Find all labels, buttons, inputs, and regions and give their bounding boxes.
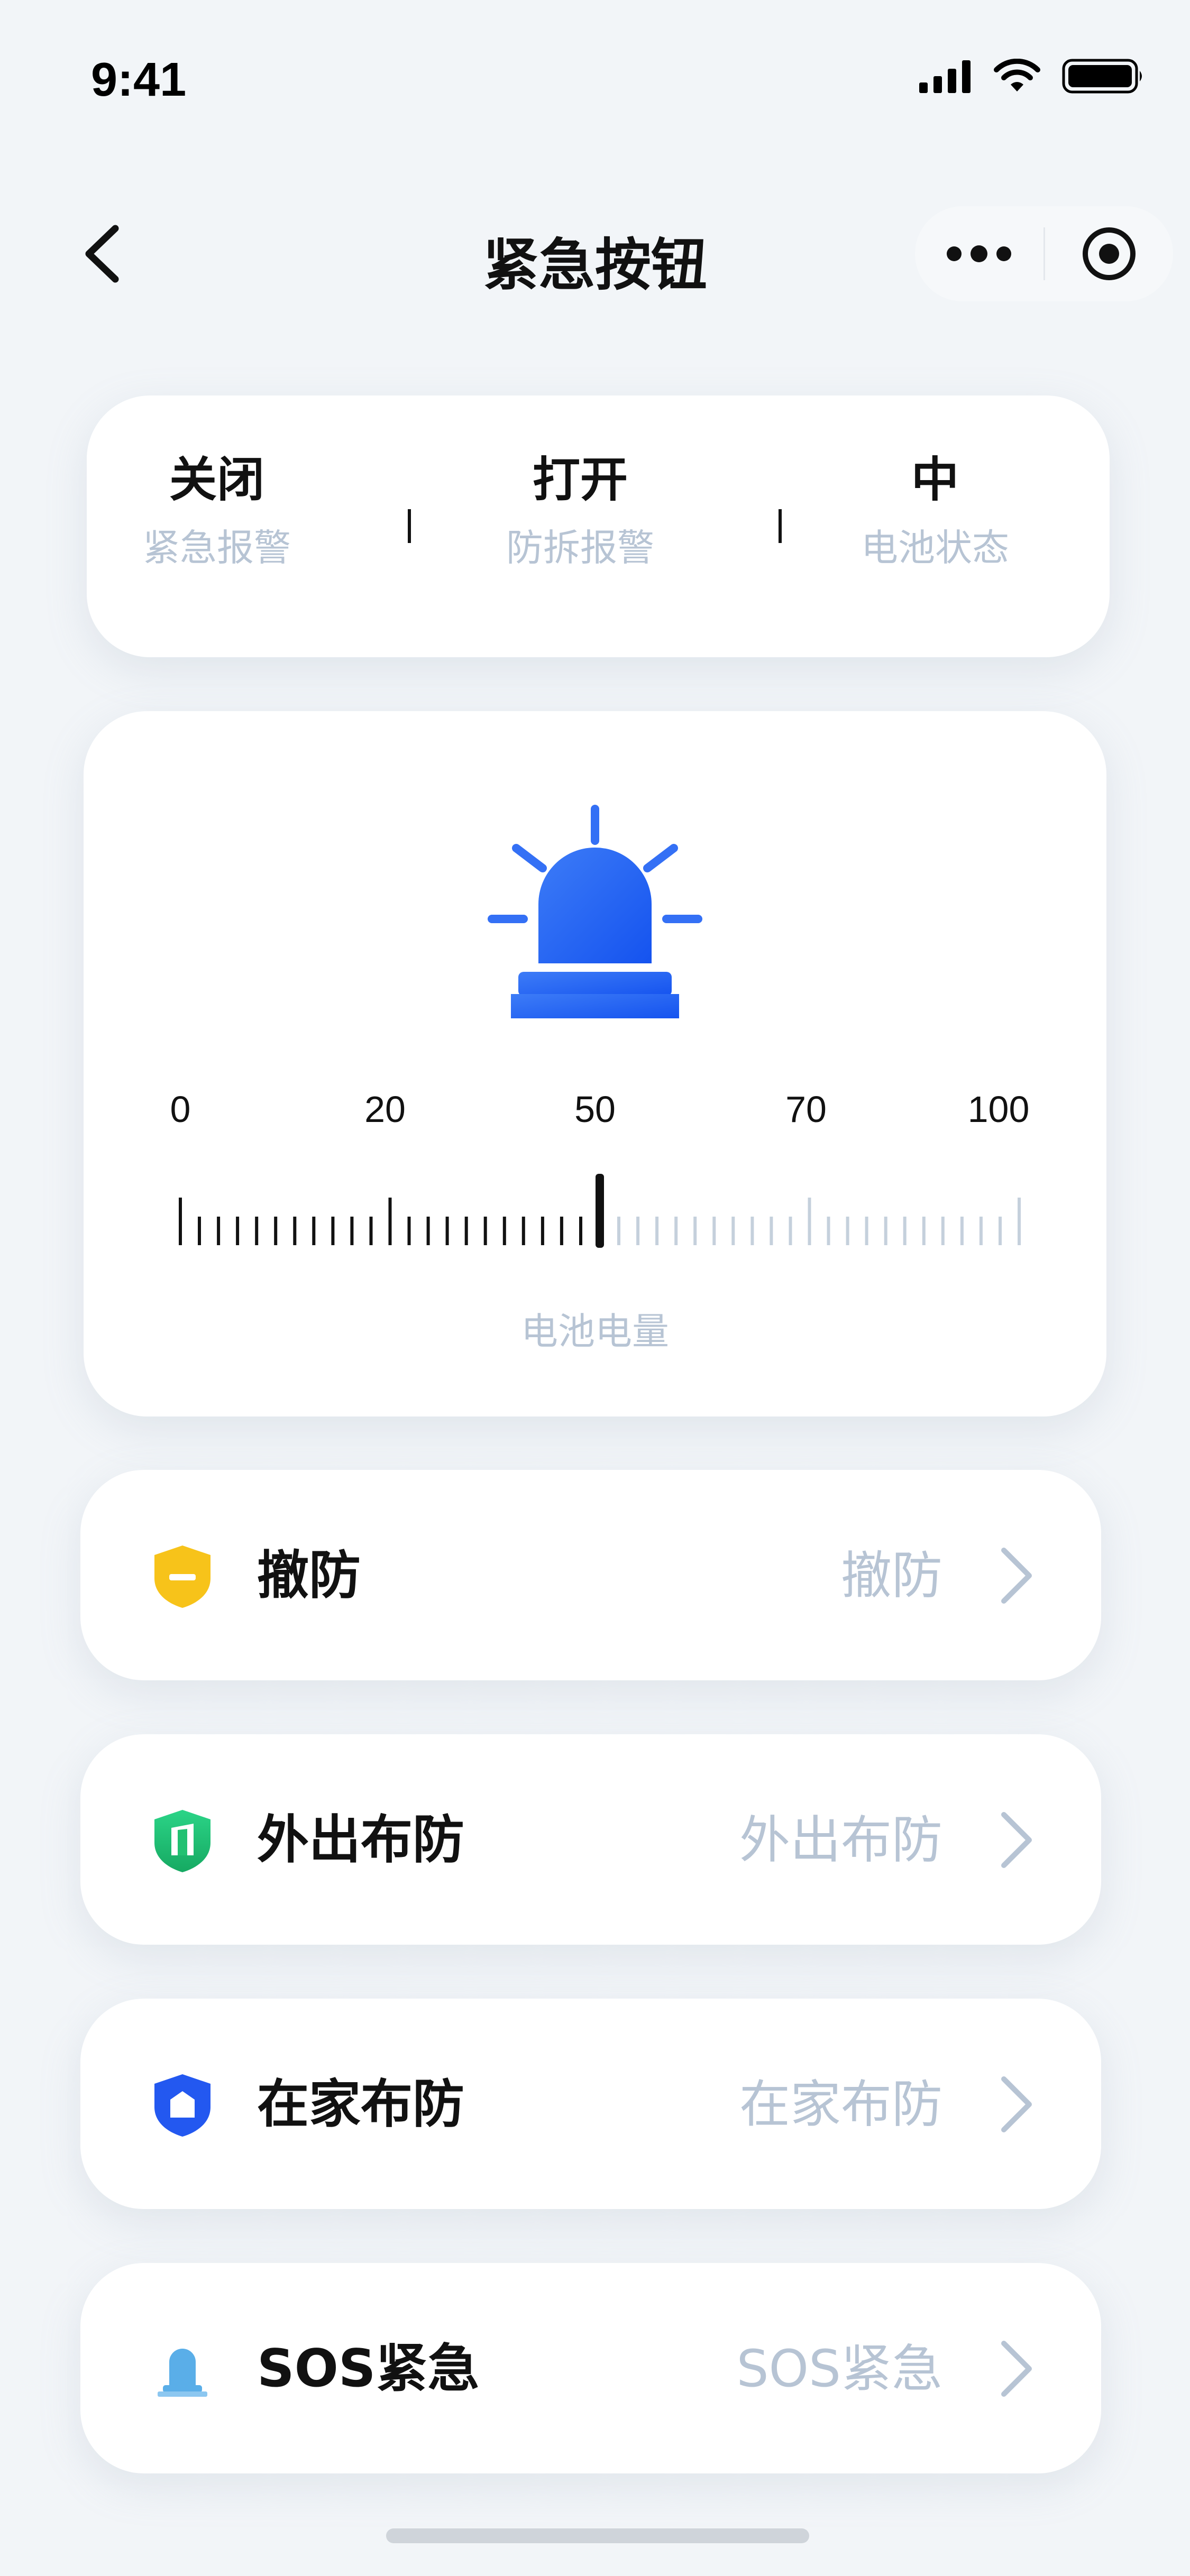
gauge-tick — [636, 1217, 640, 1245]
gauge-tick — [903, 1217, 907, 1245]
gauge-tick — [426, 1217, 430, 1245]
status-time: 9:41 — [91, 53, 187, 106]
gauge-tick — [865, 1217, 868, 1245]
target-icon — [1082, 227, 1136, 280]
gauge-tick — [331, 1217, 335, 1245]
gauge-tick — [274, 1217, 278, 1245]
gauge-tick — [179, 1198, 182, 1245]
gauge-tick — [445, 1217, 449, 1245]
emergency-alarm-label: 紧急报警 — [143, 526, 291, 569]
disarm-row[interactable]: 撤防 撤防 — [80, 1470, 1101, 1680]
chevron-right-icon — [1001, 1548, 1032, 1604]
alarm-siren-icon — [488, 805, 702, 1018]
status-icons — [919, 55, 1145, 97]
chevron-right-icon — [1001, 2341, 1032, 2397]
gauge-tick — [369, 1217, 373, 1245]
disarm-value: 撤防 — [841, 1546, 942, 1605]
gauge-tick — [541, 1217, 544, 1245]
gauge-tick — [770, 1217, 773, 1245]
battery-level-caption: 电池电量 — [521, 1310, 669, 1353]
gauge-tick — [712, 1217, 716, 1245]
battery-status-icon — [1062, 59, 1142, 94]
battery-level-gauge — [179, 1174, 1021, 1248]
scale-label: 50 — [574, 1089, 616, 1130]
shield-home-icon — [154, 2074, 210, 2137]
disarm-label: 撤防 — [257, 1545, 361, 1606]
gauge-tick — [674, 1217, 678, 1245]
gauge-tick — [922, 1217, 926, 1245]
status-summary-card: 关闭 紧急报警 打开 防拆报警 中 电池状态 — [87, 395, 1110, 657]
gauge-tick — [693, 1217, 697, 1245]
gauge-tick — [464, 1217, 468, 1245]
gauge-tick — [388, 1198, 392, 1245]
gauge-tick — [731, 1217, 735, 1245]
gauge-tick — [560, 1217, 563, 1245]
sos-value: SOS紧急 — [736, 2339, 942, 2398]
mini-program-capsule — [915, 206, 1173, 301]
scale-label: 0 — [170, 1089, 191, 1130]
tamper-alarm-status: 打开 防拆报警 — [448, 448, 712, 574]
sos-row[interactable]: SOS紧急 SOS紧急 — [80, 2263, 1101, 2473]
emergency-alarm-value: 关闭 — [169, 452, 264, 508]
gauge-tick — [217, 1217, 221, 1245]
gauge-tick — [750, 1217, 754, 1245]
tamper-alarm-value: 打开 — [533, 452, 628, 508]
wifi-icon — [994, 59, 1040, 91]
gauge-tick — [999, 1217, 1002, 1245]
gauge-tick — [617, 1217, 620, 1245]
gauge-tick — [198, 1217, 201, 1245]
gauge-tick — [255, 1217, 259, 1245]
stat-divider — [779, 509, 782, 543]
gauge-tick — [846, 1217, 849, 1245]
scale-label: 100 — [967, 1089, 1030, 1130]
chevron-right-icon — [1001, 2076, 1032, 2132]
gauge-tick — [579, 1217, 582, 1245]
gauge-tick — [941, 1217, 945, 1245]
gauge-tick — [312, 1217, 316, 1245]
sos-label: SOS紧急 — [257, 2339, 480, 2399]
gauge-tick — [655, 1217, 659, 1245]
scale-label: 70 — [785, 1089, 827, 1130]
scale-label: 20 — [364, 1089, 406, 1130]
gauge-tick — [483, 1217, 487, 1245]
battery-status-label: 电池状态 — [861, 526, 1009, 569]
battery-status-value: 中 — [911, 452, 959, 508]
away-arm-value: 外出布防 — [739, 1810, 942, 1870]
away-arm-row[interactable]: 外出布防 外出布防 — [80, 1734, 1101, 1945]
gauge-tick — [808, 1198, 811, 1245]
home-indicator — [386, 2528, 809, 2543]
emergency-alarm-status: 关闭 紧急报警 — [85, 448, 349, 574]
alarm-bell-icon — [158, 2349, 207, 2397]
home-arm-label: 在家布防 — [257, 2074, 465, 2135]
gauge-tick — [789, 1217, 792, 1245]
gauge-tick — [960, 1217, 964, 1245]
gauge-tick — [293, 1217, 297, 1245]
home-arm-row[interactable]: 在家布防 在家布防 — [80, 1999, 1101, 2209]
battery-level-marker — [596, 1174, 604, 1248]
gauge-tick — [884, 1217, 887, 1245]
shield-minus-icon — [154, 1545, 210, 1608]
battery-status: 中 电池状态 — [803, 448, 1067, 574]
tamper-alarm-label: 防拆报警 — [506, 526, 654, 569]
gauge-tick — [521, 1217, 525, 1245]
gauge-tick — [236, 1217, 240, 1245]
shield-door-icon — [154, 1810, 210, 1872]
gauge-tick — [979, 1217, 983, 1245]
more-dots-icon — [947, 245, 1012, 262]
more-button[interactable] — [915, 206, 1043, 301]
close-button[interactable] — [1045, 206, 1174, 301]
gauge-tick — [502, 1217, 506, 1245]
home-arm-value: 在家布防 — [739, 2075, 942, 2134]
stat-divider — [408, 509, 411, 543]
gauge-tick — [407, 1217, 411, 1245]
signal-icon — [919, 60, 971, 93]
gauge-tick — [1018, 1198, 1021, 1245]
gauge-tick — [350, 1217, 354, 1245]
away-arm-label: 外出布防 — [257, 1810, 465, 1870]
gauge-tick — [827, 1217, 830, 1245]
chevron-right-icon — [1001, 1812, 1032, 1868]
